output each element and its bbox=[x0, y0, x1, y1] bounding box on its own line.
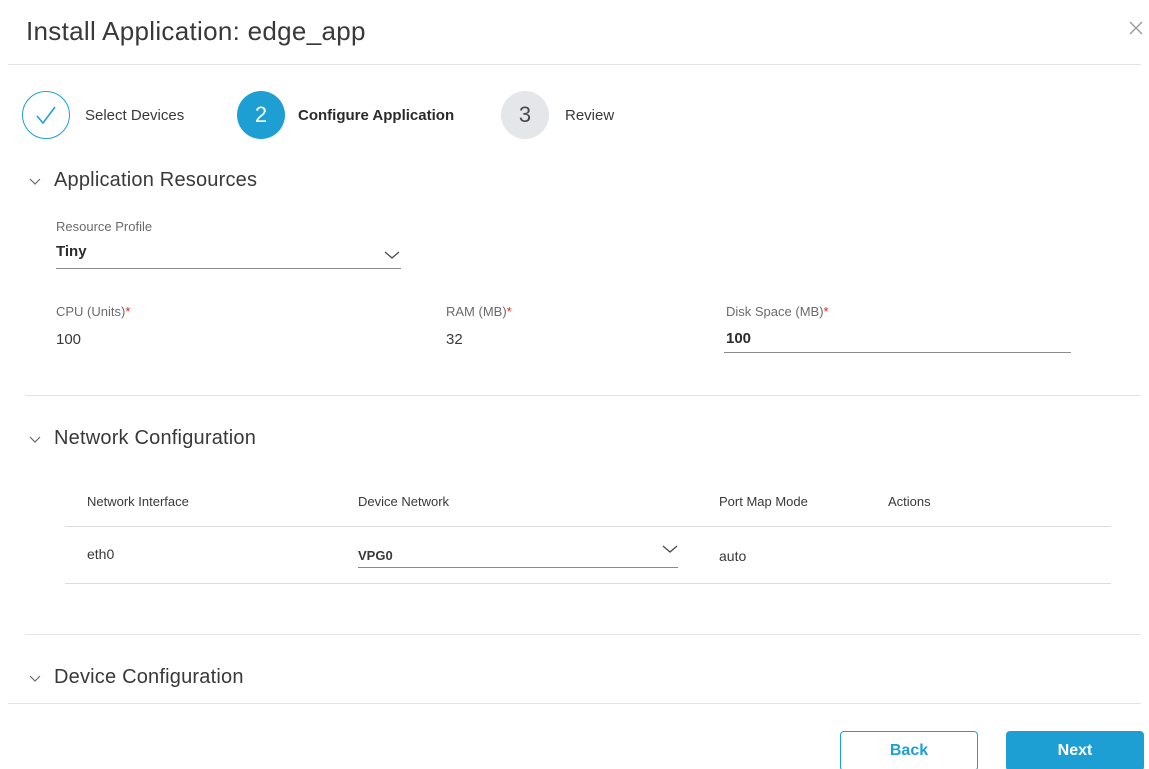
column-header: Actions bbox=[888, 494, 931, 509]
section-title: Network Configuration bbox=[54, 427, 257, 449]
resource-profile-value[interactable]: Tiny bbox=[56, 243, 87, 260]
close-icon[interactable] bbox=[1126, 18, 1146, 38]
section-title: Application Resources bbox=[54, 169, 258, 191]
step-1-completed[interactable] bbox=[22, 91, 70, 139]
cell-device-network[interactable]: VPG0 bbox=[358, 548, 393, 563]
cell-port-map-mode: auto bbox=[719, 548, 747, 564]
step-2-number[interactable]: 2 bbox=[237, 91, 285, 139]
section-application-resources[interactable]: Application Resources bbox=[28, 169, 257, 192]
chevron-down-icon bbox=[28, 432, 42, 446]
step-1-label[interactable]: Select Devices bbox=[85, 107, 184, 124]
section-divider bbox=[25, 395, 1141, 396]
disk-space-underline bbox=[724, 352, 1071, 353]
section-title: Device Configuration bbox=[54, 666, 244, 688]
column-header: Device Network bbox=[358, 494, 450, 509]
section-divider bbox=[25, 634, 1141, 635]
ram-value: 32 bbox=[446, 331, 463, 348]
ram-label: RAM (MB)* bbox=[446, 304, 512, 319]
disk-space-input[interactable] bbox=[726, 326, 1066, 350]
resource-profile-select[interactable] bbox=[56, 268, 401, 269]
cpu-label: CPU (Units)* bbox=[56, 304, 131, 319]
footer-divider bbox=[8, 703, 1141, 704]
cell-network-interface: eth0 bbox=[87, 546, 115, 562]
section-network-configuration[interactable]: Network Configuration bbox=[28, 427, 256, 450]
table-header-divider bbox=[65, 526, 1111, 527]
next-button[interactable]: Next bbox=[1006, 731, 1144, 769]
check-icon bbox=[36, 106, 56, 125]
step-3-label[interactable]: Review bbox=[565, 107, 614, 124]
section-device-configuration[interactable]: Device Configuration bbox=[28, 666, 244, 689]
table-row-divider bbox=[65, 583, 1111, 584]
cpu-value: 100 bbox=[56, 331, 82, 348]
back-button[interactable]: Back bbox=[840, 731, 978, 769]
device-network-select[interactable] bbox=[358, 567, 678, 568]
step-3-number[interactable]: 3 bbox=[501, 91, 549, 139]
chevron-down-icon bbox=[28, 671, 42, 685]
column-header: Network Interface bbox=[87, 494, 189, 509]
step-2-label[interactable]: Configure Application bbox=[298, 107, 454, 124]
chevron-down-icon[interactable] bbox=[662, 544, 678, 554]
resource-profile-label: Resource Profile bbox=[56, 219, 153, 234]
dialog-title: Install Application: edge_app bbox=[26, 16, 366, 46]
chevron-down-icon[interactable] bbox=[384, 250, 400, 260]
chevron-down-icon bbox=[28, 174, 42, 188]
column-header: Port Map Mode bbox=[719, 494, 808, 509]
disk-space-label: Disk Space (MB)* bbox=[726, 304, 829, 319]
header-divider bbox=[8, 64, 1141, 65]
